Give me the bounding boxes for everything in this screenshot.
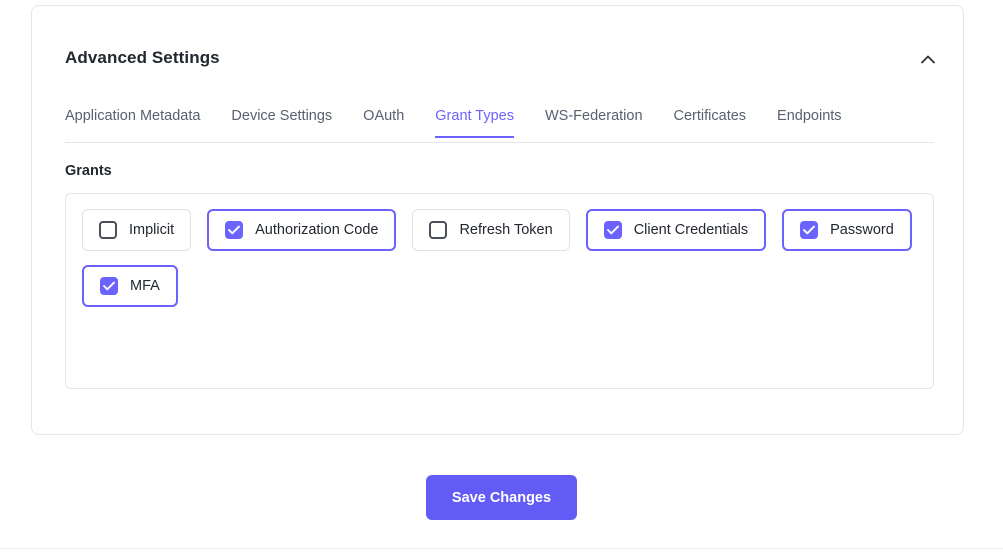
bottom-divider xyxy=(0,548,1003,549)
tab-grant-types[interactable]: Grant Types xyxy=(435,101,514,138)
grant-chip-client-credentials[interactable]: Client Credentials xyxy=(585,209,767,251)
grant-chip-password[interactable]: Password xyxy=(782,209,912,251)
grant-chip-label: Authorization Code xyxy=(255,222,379,238)
grant-chip-implicit[interactable]: Implicit xyxy=(82,209,192,251)
tab-certificates[interactable]: Certificates xyxy=(674,101,747,138)
tab-oauth[interactable]: OAuth xyxy=(363,101,404,138)
page-title: Advanced Settings xyxy=(65,48,220,67)
checkbox-checked-icon[interactable] xyxy=(225,221,244,239)
grant-chip-label: Password xyxy=(830,222,894,238)
checkbox-unchecked-icon[interactable] xyxy=(429,221,448,239)
tab-ws-federation[interactable]: WS-Federation xyxy=(545,101,643,138)
save-changes-button[interactable]: Save Changes xyxy=(425,475,578,520)
checkbox-checked-icon[interactable] xyxy=(100,277,118,295)
checkbox-unchecked-icon[interactable] xyxy=(99,221,117,239)
grant-chip-label: MFA xyxy=(130,278,160,294)
grants-section-label: Grants xyxy=(65,163,112,179)
grant-chip-label: Implicit xyxy=(129,222,175,238)
checkbox-checked-icon[interactable] xyxy=(603,221,622,239)
advanced-settings-card: Advanced Settings Application Metadata D… xyxy=(31,5,964,435)
grant-chip-label: Client Credentials xyxy=(633,222,749,238)
page-root: Advanced Settings Application Metadata D… xyxy=(0,0,1003,559)
card-header: Advanced Settings xyxy=(32,6,963,86)
grant-chip-mfa[interactable]: MFA xyxy=(82,265,178,307)
footer-actions: Save Changes xyxy=(0,475,1003,520)
grant-chip-authorization-code[interactable]: Authorization Code xyxy=(207,209,397,251)
grant-chip-refresh-token[interactable]: Refresh Token xyxy=(412,209,570,251)
grants-container: Implicit Authorization Code Refresh Toke… xyxy=(65,193,934,389)
grant-chip-label: Refresh Token xyxy=(459,222,553,238)
settings-tabs: Application Metadata Device Settings OAu… xyxy=(65,101,934,143)
checkbox-checked-icon[interactable] xyxy=(800,221,819,239)
tab-endpoints[interactable]: Endpoints xyxy=(777,101,842,138)
grant-chip-list: Implicit Authorization Code Refresh Toke… xyxy=(82,209,917,307)
chevron-up-icon[interactable] xyxy=(913,44,943,74)
tab-device-settings[interactable]: Device Settings xyxy=(231,101,332,138)
tab-application-metadata[interactable]: Application Metadata xyxy=(65,101,200,138)
